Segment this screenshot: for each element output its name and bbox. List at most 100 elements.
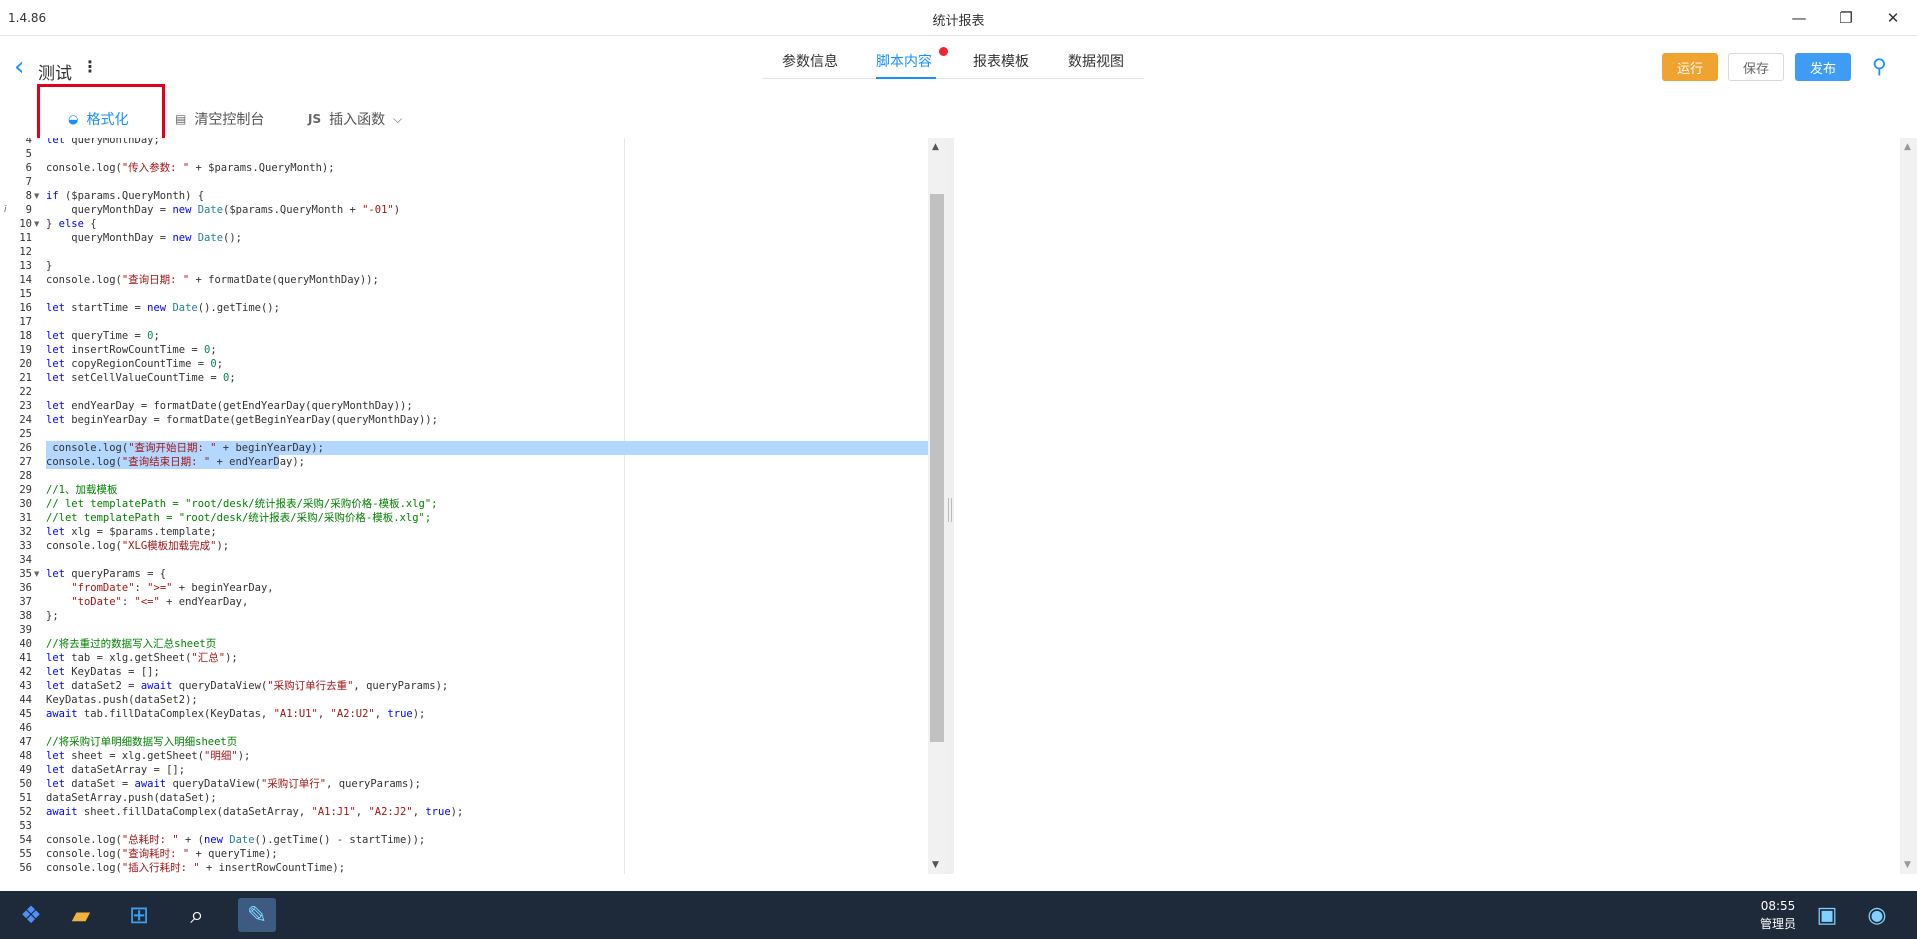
fold-toggle-icon[interactable]: ▼ [34,189,39,203]
code-line[interactable]: await sheet.fillDataComplex(dataSetArray… [46,805,928,819]
code-line[interactable]: let queryMonthDay; [46,138,928,147]
code-line[interactable]: let xlg = $params.template; [46,525,928,539]
chat-icon[interactable]: ◉ [1858,898,1896,932]
design-tool-icon[interactable]: ✎ [238,898,276,932]
code-line[interactable] [46,623,928,637]
run-button[interactable]: 运行 [1662,53,1718,81]
remote-desktop-icon[interactable]: ▣ [1808,898,1846,932]
code-line[interactable]: "fromDate": ">=" + beginYearDay, [46,581,928,595]
code-line[interactable]: //1、加载模板 [46,483,928,497]
pin-icon[interactable]: ⚲ [1872,54,1887,78]
code-line[interactable] [46,315,928,329]
code-line[interactable]: let beginYearDay = formatDate(getBeginYe… [46,413,928,427]
line-number: 50 [19,778,32,790]
code-line[interactable] [46,175,928,189]
code-line[interactable]: console.log("查询耗时: " + queryTime); [46,847,928,861]
console-scrollbar[interactable]: ▲ ▼ [1900,138,1917,874]
code-line[interactable]: dataSetArray.push(dataSet); [46,791,928,805]
code-line[interactable] [46,553,928,567]
code-line[interactable]: let queryParams = { [46,567,928,581]
code-line[interactable]: console.log("查询日期: " + formatDate(queryM… [46,273,928,287]
clear-console-button[interactable]: ▤ 清空控制台 [175,106,264,132]
code-line[interactable]: let dataSet2 = await queryDataView("采购订单… [46,679,928,693]
code-line[interactable]: if ($params.QueryMonth) { [46,189,928,203]
code-line[interactable] [46,427,928,441]
line-number: 25 [19,428,32,440]
panel-splitter[interactable] [946,138,954,874]
code-line[interactable] [46,469,928,483]
code-line[interactable]: console.log("XLG模板加载完成"); [46,539,928,553]
scroll-up-icon[interactable]: ▲ [932,142,939,152]
scroll-up-icon[interactable]: ▲ [1904,142,1911,152]
line-number: 54 [19,834,32,846]
code-line[interactable]: //let templatePath = "root/desk/统计报表/采购/… [46,511,928,525]
code-line[interactable]: console.log("查询开始日期: " + beginYearDay); [46,441,928,455]
code-line[interactable]: let sheet = xlg.getSheet("明细"); [46,749,928,763]
line-number: 15 [19,288,32,300]
maximize-icon[interactable]: ❐ [1831,6,1861,30]
publish-button[interactable]: 发布 [1795,53,1851,81]
code-line[interactable]: queryMonthDay = new Date($params.QueryMo… [46,203,928,217]
scroll-down-icon[interactable]: ▼ [932,860,939,870]
code-line[interactable]: console.log("查询结束日期: " + endYearDay); [46,455,305,469]
code-line[interactable]: } else { [46,217,928,231]
line-number: 28 [19,470,32,482]
more-options-icon[interactable]: ⋮ [82,57,98,76]
code-line[interactable] [46,385,928,399]
code-line[interactable]: }; [46,609,928,623]
code-line[interactable]: console.log("总耗时: " + (new Date().getTim… [46,833,928,847]
line-number: 48 [19,750,32,762]
clear-console-icon: ▤ [175,112,187,126]
code-line[interactable] [46,721,928,735]
code-line[interactable]: let dataSetArray = []; [46,763,928,777]
search-icon[interactable]: ⌕ [178,898,216,932]
code-line[interactable]: "toDate": "<=" + endYearDay, [46,595,928,609]
app-launcher-icon[interactable]: ❖ [12,898,50,932]
code-line[interactable]: let queryTime = 0; [46,329,928,343]
code-line[interactable]: //将采购订单明细数据写入明细sheet页 [46,735,928,749]
tab-script-content[interactable]: 脚本内容 [876,51,932,71]
line-number: 4 [25,138,32,146]
windows-icon[interactable]: ⊞ [120,898,158,932]
code-line[interactable]: let tab = xlg.getSheet("汇总"); [46,651,928,665]
tab-parameter-info[interactable]: 参数信息 [782,51,838,71]
code-line[interactable]: await tab.fillDataComplex(KeyDatas, "A1:… [46,707,928,721]
editor-scrollbar[interactable]: ▲ ▼ [928,138,946,874]
fold-toggle-icon[interactable]: ▼ [34,217,39,231]
splitter-grip[interactable] [948,498,952,522]
save-button[interactable]: 保存 [1728,53,1784,81]
code-line[interactable]: KeyDatas.push(dataSet2); [46,693,928,707]
line-number: 16 [19,302,32,314]
code-line[interactable] [46,819,928,833]
folder-icon[interactable]: ▰ [62,898,100,932]
code-line[interactable]: let dataSet = await queryDataView("采购订单行… [46,777,928,791]
code-line[interactable] [46,287,928,301]
tab-data-view[interactable]: 数据视图 [1068,51,1124,71]
code-line[interactable]: let KeyDatas = []; [46,665,928,679]
code-line[interactable] [46,245,928,259]
fold-toggle-icon[interactable]: ▼ [34,567,39,581]
scroll-down-icon[interactable]: ▼ [1904,860,1911,870]
scrollbar-thumb[interactable] [930,194,944,742]
code-line[interactable]: // let templatePath = "root/desk/统计报表/采购… [46,497,928,511]
code-line[interactable]: queryMonthDay = new Date(); [46,231,928,245]
code-line[interactable] [46,147,928,161]
code-line[interactable]: let startTime = new Date().getTime(); [46,301,928,315]
minimize-icon[interactable]: — [1784,6,1814,30]
code-line[interactable]: let setCellValueCountTime = 0; [46,371,928,385]
close-icon[interactable]: ✕ [1878,6,1908,30]
code-area[interactable]: let queryMonthDay; console.log("传入参数: " +… [46,138,928,874]
code-line[interactable]: let copyRegionCountTime = 0; [46,357,928,371]
line-number: 33 [19,540,32,552]
code-line[interactable]: console.log("传入参数: " + $params.QueryMont… [46,161,928,175]
code-line[interactable]: let insertRowCountTime = 0; [46,343,928,357]
tab-report-template[interactable]: 报表模板 [973,51,1029,71]
info-icon[interactable]: i [4,203,7,217]
code-line[interactable]: let endYearDay = formatDate(getEndYearDa… [46,399,928,413]
code-line[interactable]: console.log("插入行耗时: " + insertRowCountTi… [46,861,928,874]
code-line[interactable]: //将去重过的数据写入汇总sheet页 [46,637,928,651]
code-line[interactable]: } [46,259,928,273]
back-icon[interactable]: ‹ [14,54,24,80]
code-editor[interactable]: 4 5 6 7 8 ▼ 9 i 10 ▼ 11 12 13 14 15 16 17 18 19 20 21 22 23 24 2… [0,138,946,874]
insert-function-dropdown[interactable]: JS 插入函数 ⌵ [308,106,402,132]
